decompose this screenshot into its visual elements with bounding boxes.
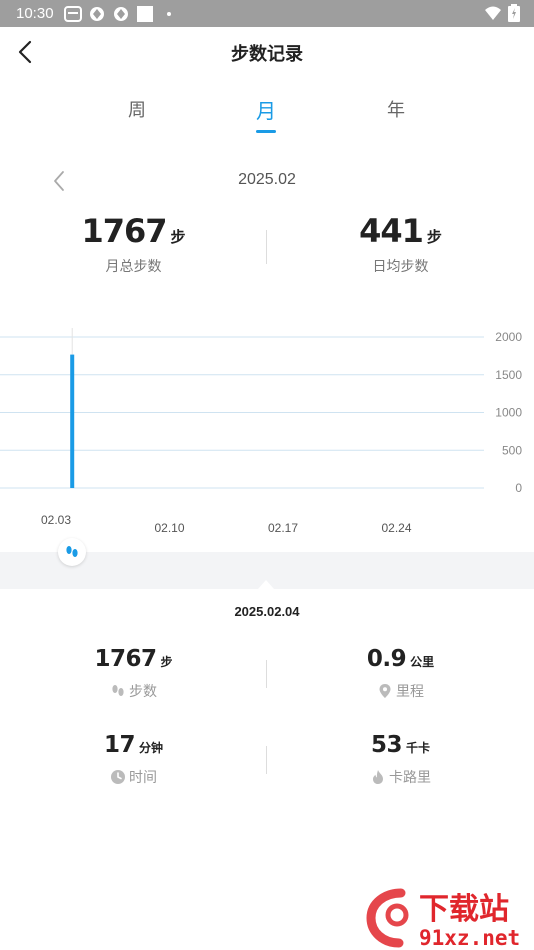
detail-duration: 17 分钟 时间 <box>0 732 267 787</box>
location-pin-icon <box>379 684 391 698</box>
footprints-icon <box>66 546 78 557</box>
flame-icon <box>373 770 383 784</box>
y-tick-label: 2000 <box>495 330 522 344</box>
detail-calories-unit: 千卡 <box>406 741 431 755</box>
detail-distance-label: 里程 <box>396 684 424 700</box>
detail-steps-value: 1767 <box>94 646 157 672</box>
period-label: 2025.02 <box>238 171 296 188</box>
square-icon <box>136 5 153 22</box>
detail-duration-unit: 分钟 <box>139 741 164 755</box>
tab-year[interactable]: 年 <box>366 96 426 122</box>
footprints-icon <box>112 685 124 696</box>
notification-icons <box>63 5 184 23</box>
detail-distance-unit: 公里 <box>410 655 435 669</box>
monthly-total: 1767 步 月总步数 <box>0 212 267 276</box>
tab-week[interactable]: 周 <box>107 96 167 122</box>
status-time: 10:30 <box>16 5 54 22</box>
tab-month[interactable]: 月 <box>236 95 296 124</box>
y-tick-label: 1000 <box>495 406 522 420</box>
monthly-total-label: 月总步数 <box>105 259 162 275</box>
daily-average-value: 441 <box>359 212 424 250</box>
header: 步数记录 <box>0 27 534 77</box>
detail-steps: 1767 步 步数 <box>0 646 267 701</box>
battery-icon <box>508 4 520 22</box>
detail-calories-value: 53 <box>370 732 403 758</box>
y-tick-label: 0 <box>515 481 522 495</box>
detail-steps-unit: 步 <box>160 655 173 669</box>
chart-bar <box>70 354 75 488</box>
sync-icon-2 <box>113 6 128 21</box>
app-screen: 10:30 步数记录 周 月 年 2025.02 1767 步 月总步数 441… <box>0 0 534 950</box>
detail-date: 2025.02.04 <box>234 604 300 619</box>
y-tick-label: 1500 <box>495 368 522 382</box>
detail-distance: 0.9 公里 里程 <box>267 646 534 701</box>
sync-icon <box>89 6 104 21</box>
x-tick-label: 02.10 <box>154 521 184 535</box>
daily-average-unit: 步 <box>426 228 442 246</box>
watermark-text-bottom: 91xz.net <box>419 926 520 950</box>
detail-calories: 53 千卡 卡路里 <box>267 732 534 787</box>
tab-active-indicator <box>256 130 276 133</box>
detail-steps-label: 步数 <box>129 684 157 700</box>
status-bar: 10:30 <box>0 0 534 27</box>
summary-panel: 1767 步 月总步数 441 步 日均步数 <box>0 212 534 292</box>
x-tick-label: 02.17 <box>268 521 298 535</box>
app-notification-icon <box>63 5 82 22</box>
watermark-text-top: 下载站 <box>419 892 509 927</box>
dot-icon <box>166 11 171 16</box>
x-tick-label: 02.03 <box>41 513 71 527</box>
monthly-total-value: 1767 <box>81 212 167 250</box>
detail-calories-label: 卡路里 <box>389 770 431 786</box>
watermark-logo: 下载站 91xz.net <box>366 888 520 950</box>
steps-chart[interactable]: 0 500 1000 1500 2000 02.03 02.10 02.17 02.24 <box>0 318 534 548</box>
monthly-total-unit: 步 <box>170 228 186 246</box>
page-title: 步数记录 <box>231 44 303 65</box>
detail-grid: 1767 步 步数 0.9 公里 里程 17 分钟 时间 53 千卡 卡路里 <box>0 640 534 810</box>
detail-duration-label: 时间 <box>129 770 157 786</box>
detail-distance-value: 0.9 <box>366 646 407 672</box>
y-tick-label: 500 <box>502 443 522 457</box>
wifi-icon <box>485 6 501 20</box>
period-tabs: 周 月 年 <box>0 96 534 136</box>
daily-average-label: 日均步数 <box>372 259 429 275</box>
system-icons <box>484 4 520 22</box>
steps-chart-svg: 0 500 1000 1500 2000 02.03 02.10 02.17 02.24 <box>0 328 522 535</box>
x-tick-label: 02.24 <box>381 521 411 535</box>
daily-average: 441 步 日均步数 <box>267 212 534 276</box>
selected-day-marker[interactable] <box>58 538 86 566</box>
detail-pointer <box>258 580 274 589</box>
detail-duration-value: 17 <box>103 732 136 758</box>
clock-icon <box>111 770 125 784</box>
